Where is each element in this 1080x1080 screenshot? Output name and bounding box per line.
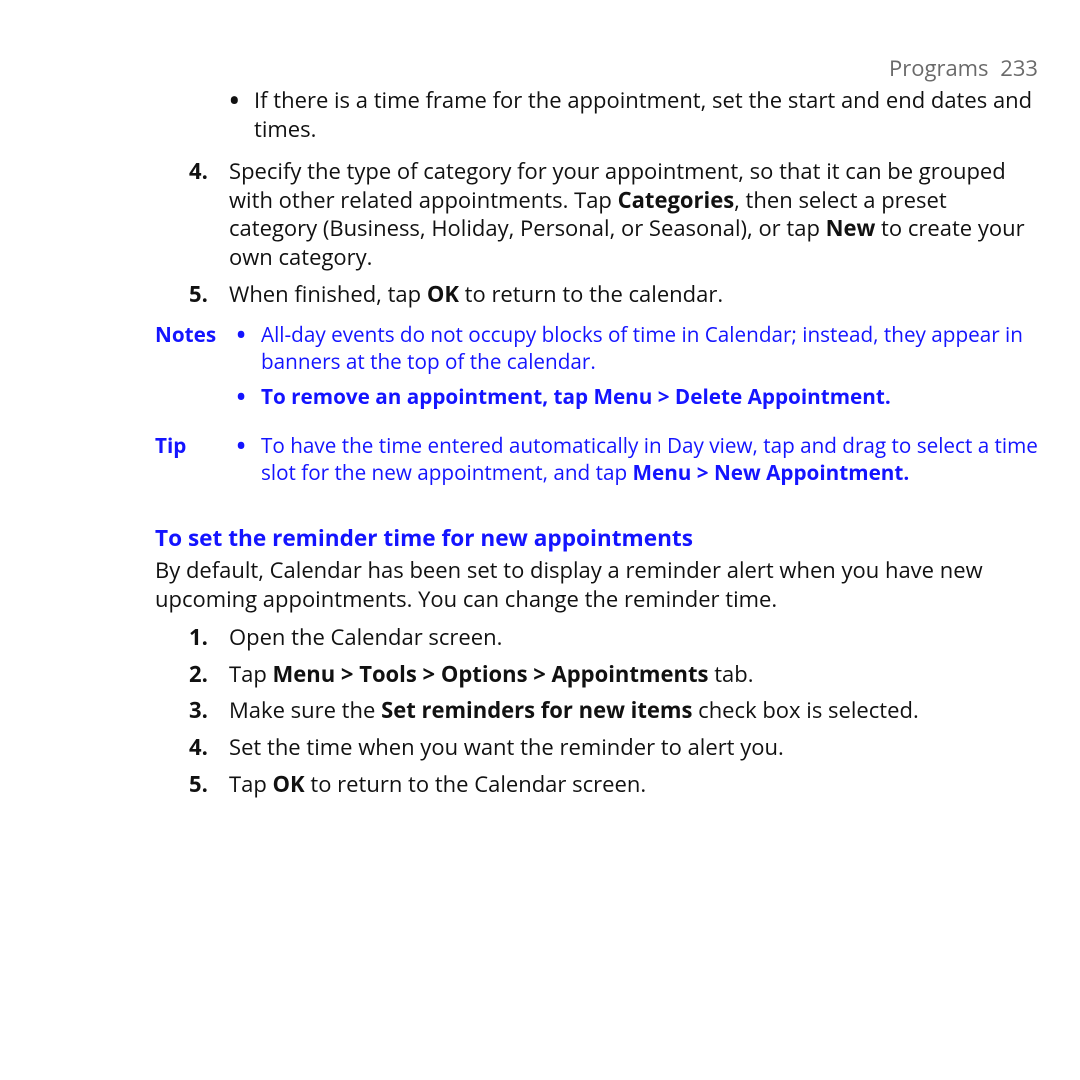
step-number: 4.	[189, 733, 208, 762]
steps-list: 1. Open the Calendar screen. 2. Tap Menu > …	[155, 623, 1038, 798]
tip-items: To have the time entered automatically i…	[237, 433, 1038, 495]
step-number: 3.	[189, 696, 208, 725]
text-run: to return to the Calendar screen.	[305, 769, 646, 799]
note-item: All-day events do not occupy blocks of t…	[237, 322, 1038, 376]
text-run: .	[885, 383, 891, 411]
bold-text-run: Categories	[618, 185, 735, 215]
page-number: 233	[1000, 53, 1038, 83]
intro-paragraph: By default, Calendar has been set to dis…	[155, 556, 1038, 613]
bold-text-run: Menu > New Appointment.	[632, 459, 909, 487]
step-item: 1. Open the Calendar screen.	[189, 623, 1038, 652]
bullet-text: If there is a time frame for the appoint…	[254, 85, 1032, 144]
text-run: Open the Calendar screen.	[229, 622, 502, 652]
step-number: 1.	[189, 623, 208, 652]
bold-text-run: Menu > Tools > Options > Appointments	[273, 659, 709, 689]
tip-item: To have the time entered automatically i…	[237, 433, 1038, 487]
text-run: To remove an appointment, tap	[261, 383, 593, 411]
tip-row: Tip To have the time entered automatical…	[155, 433, 1038, 495]
text-run: Set the time when you want the reminder …	[229, 732, 784, 762]
manual-page: Programs 233 If there is a time frame fo…	[0, 0, 1080, 798]
bold-text-run: Menu > Delete Appointment	[593, 383, 884, 411]
section-name: Programs	[889, 53, 988, 83]
bold-text-run: Set reminders for new items	[381, 695, 692, 725]
bold-text-run: OK	[273, 769, 305, 799]
page-header: Programs 233	[889, 54, 1038, 83]
text-run: Tap	[229, 659, 273, 689]
text-run: check box is selected.	[692, 695, 918, 725]
step-number: 5.	[189, 770, 208, 799]
step-item: 3. Make sure the Set reminders for new it…	[189, 696, 1038, 725]
section-heading: To set the reminder time for new appoint…	[155, 523, 1038, 552]
text-run: tab.	[708, 659, 753, 689]
text-run: When finished, tap	[229, 279, 427, 309]
notes-row: Notes All-day events do not occupy block…	[155, 322, 1038, 419]
step-number: 2.	[189, 660, 208, 689]
bold-text-run: OK	[427, 279, 459, 309]
text-run: to return to the calendar.	[459, 279, 723, 309]
tip-label: Tip	[155, 433, 237, 495]
step-item: 2. Tap Menu > Tools > Options > Appointme…	[189, 660, 1038, 689]
list-number: 4.	[189, 157, 208, 186]
bold-text-run: New	[826, 213, 876, 243]
list-number: 5.	[189, 280, 208, 309]
text-run: All-day events do not occupy blocks of t…	[261, 321, 1023, 376]
notes-items: All-day events do not occupy blocks of t…	[237, 322, 1038, 419]
text-run: Tap	[229, 769, 273, 799]
list-item: 4.Specify the type of category for your …	[189, 157, 1038, 271]
step-item: 4. Set the time when you want the reminde…	[189, 733, 1038, 762]
notes-label: Notes	[155, 322, 237, 419]
numbered-list-continued: 4.Specify the type of category for your …	[155, 157, 1038, 308]
step-item: 5. Tap OK to return to the Calendar scree…	[189, 770, 1038, 799]
continuing-bullet: If there is a time frame for the appoint…	[230, 86, 1038, 143]
page-content: If there is a time frame for the appoint…	[155, 86, 1038, 798]
list-item: 5. When finished, tap OK to return to the…	[189, 280, 1038, 309]
text-run: Make sure the	[229, 695, 381, 725]
note-item: To remove an appointment, tap Menu > Del…	[237, 384, 1038, 411]
